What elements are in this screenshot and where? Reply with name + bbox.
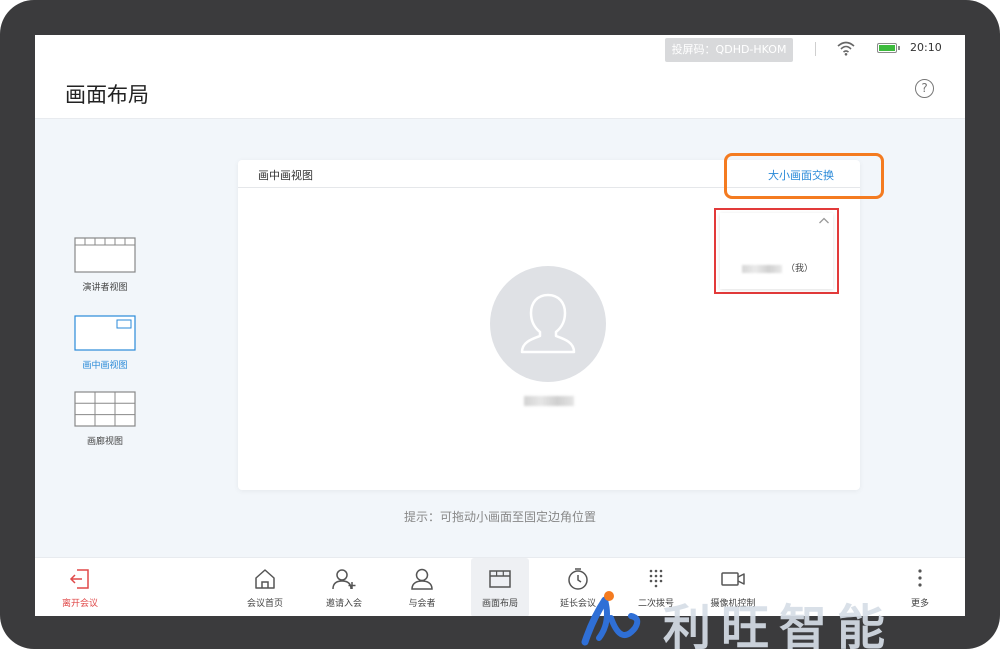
- layout-preview-panel: 画中画视图 大小画面交换 （我）: [238, 153, 884, 490]
- tool-invite[interactable]: 邀请入会: [312, 558, 376, 616]
- header: 画面布局 ?: [35, 63, 965, 119]
- swap-view-button[interactable]: 大小画面交换: [768, 167, 834, 183]
- timer-icon: [568, 568, 588, 590]
- tool-extend-meeting[interactable]: 延长会议: [546, 558, 610, 616]
- tool-meeting-home[interactable]: 会议首页: [233, 558, 297, 616]
- leave-meeting-label: 离开会议: [61, 599, 98, 609]
- gallery-view-icon: [74, 391, 136, 427]
- hint-text: 提示：可拖动小画面至固定边角位置: [403, 510, 596, 524]
- preview-title: 画中画视图: [258, 169, 313, 182]
- tool-camera-control[interactable]: 摄像机控制: [701, 558, 765, 616]
- page-title: 画面布局: [65, 83, 149, 107]
- tool-label-home: 会议首页: [246, 599, 283, 609]
- battery-level: [879, 45, 895, 51]
- pip-view-icon: [74, 315, 136, 351]
- help-icon[interactable]: ?: [915, 79, 934, 98]
- tool-label-layout: 画面布局: [481, 599, 518, 609]
- layout-option-speaker[interactable]: 演讲者视图: [60, 237, 150, 293]
- status-bar: 投屏码：QDHD-HKOM 20:10: [35, 35, 965, 63]
- speaker-view-icon: [74, 237, 136, 273]
- exit-icon: [69, 569, 89, 589]
- avatar-silhouette: [520, 293, 576, 354]
- clock: 20:10: [910, 41, 942, 54]
- blurred-main-name: [524, 396, 574, 406]
- layout-icon: [489, 570, 511, 588]
- layout-option-gallery[interactable]: 画廊视图: [60, 391, 150, 447]
- layout-option-pip[interactable]: 画中画视图: [60, 315, 150, 371]
- tool-label-camera: 摄像机控制: [710, 599, 756, 609]
- tool-label-more: 更多: [910, 599, 929, 609]
- tool-label-extend: 延长会议: [559, 599, 596, 609]
- cast-code-badge: 投屏码：QDHD-HKOM: [665, 38, 793, 62]
- home-icon: [255, 569, 275, 589]
- user-avatar-icon: [490, 266, 606, 382]
- small-video-name: （我）: [742, 261, 813, 274]
- leave-meeting-button[interactable]: 离开会议: [48, 558, 112, 616]
- participants-icon: [411, 568, 433, 590]
- layout-label-gallery: 画廊视图: [86, 437, 123, 447]
- preview-header: 画中画视图 大小画面交换: [238, 160, 860, 188]
- more-vertical-icon: [918, 569, 922, 587]
- small-video-frame: （我）: [720, 213, 833, 289]
- tool-label-dial: 二次拨号: [637, 599, 674, 609]
- tool-secondary-dial[interactable]: 二次拨号: [624, 558, 688, 616]
- blurred-name: [742, 264, 782, 273]
- wifi-icon: [837, 41, 855, 56]
- tool-more[interactable]: 更多: [888, 558, 952, 616]
- layout-label-pip: 画中画视图: [82, 361, 128, 371]
- dialpad-icon: [649, 569, 663, 588]
- bottom-toolbar: 离开会议 会议首页 邀请入会 与会者 画面布局 延长会议 二次拨号 摄像机控制 …: [35, 557, 965, 616]
- tool-label-invite: 邀请入会: [325, 599, 362, 609]
- tool-layout[interactable]: 画面布局: [471, 558, 529, 616]
- battery-icon: [877, 43, 900, 53]
- camera-icon: [721, 572, 745, 586]
- small-video-window[interactable]: （我）: [714, 208, 839, 294]
- self-suffix: （我）: [786, 264, 814, 274]
- screen: 投屏码：QDHD-HKOM 20:10 画面布局 ? 演讲者视图 画中画视图 画…: [35, 35, 965, 616]
- invite-user-icon: [332, 569, 356, 590]
- status-divider: [815, 42, 816, 56]
- layout-label-speaker: 演讲者视图: [82, 283, 128, 293]
- tool-label-participants: 与会者: [408, 599, 436, 609]
- tool-participants[interactable]: 与会者: [390, 558, 454, 616]
- chevron-up-icon[interactable]: [818, 216, 830, 226]
